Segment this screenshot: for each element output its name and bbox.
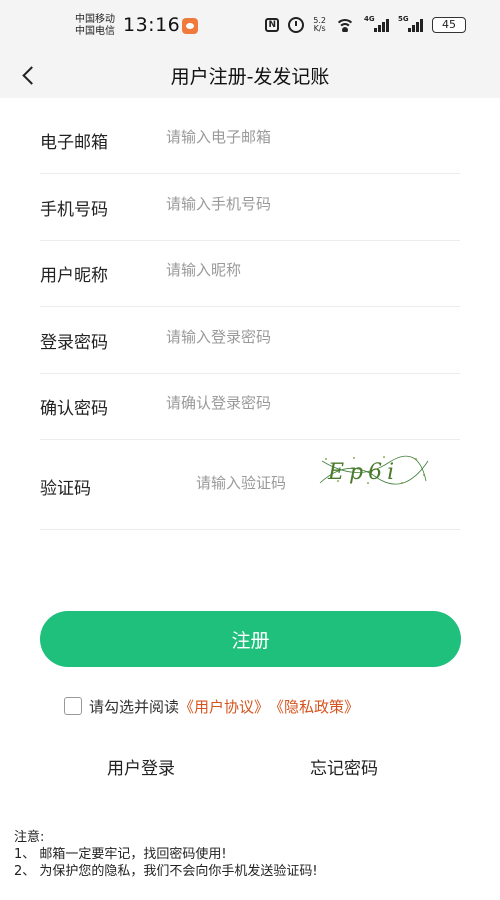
captcha-image[interactable]: Ep6i (318, 453, 430, 487)
register-button[interactable]: 注册 (40, 611, 461, 667)
phone-row: 手机号码 (40, 174, 460, 241)
network-speed: 5.2 K/s (313, 17, 326, 33)
speed-unit: K/s (313, 24, 326, 33)
agreement-text: 请勾选并阅读 (89, 697, 180, 716)
notes-line-1: 1、 邮箱一定要牢记，找回密码使用! (14, 847, 227, 862)
signal-4g-icon: 4G (364, 15, 389, 32)
password-row: 登录密码 (40, 307, 460, 374)
phone-label: 手机号码 (40, 200, 108, 220)
agreement-row: 请勾选并阅读 《用户协议》 《隐私政策》 (64, 694, 359, 718)
status-bar: 中国移动 中国电信 13:16 N 5.2 K/s 4G 5G 45 (0, 0, 500, 52)
nfc-icon: N (265, 18, 280, 32)
carrier-2: 中国电信 (75, 26, 115, 37)
password-label: 登录密码 (40, 333, 108, 353)
page-title: 用户注册-发发记账 (170, 66, 330, 88)
user-login-link[interactable]: 用户登录 (107, 754, 175, 779)
app-notification-icon (182, 18, 198, 34)
user-agreement-link[interactable]: 《用户协议》 (179, 696, 269, 717)
status-time: 13:16 (123, 14, 181, 36)
email-label: 电子邮箱 (40, 133, 108, 153)
status-icons: N 5.2 K/s 4G 5G 45 (265, 15, 466, 33)
captcha-text: Ep6i (327, 460, 399, 485)
forgot-password-link[interactable]: 忘记密码 (310, 754, 378, 779)
nickname-row: 用户昵称 (40, 241, 460, 307)
email-row: 电子邮箱 (40, 106, 460, 174)
notes-title: 注意: (14, 830, 45, 845)
wifi-icon (335, 18, 355, 32)
battery-icon: 45 (432, 17, 466, 33)
confirm-password-row: 确认密码 (40, 374, 460, 440)
captcha-row: 验证码 Ep6i (40, 440, 460, 530)
carrier-1: 中国移动 (75, 14, 115, 25)
captcha-label: 验证码 (40, 479, 91, 499)
network-type-1: 4G (364, 15, 375, 23)
network-type-2: 5G (398, 15, 409, 23)
confirm-password-input[interactable] (166, 394, 456, 412)
agreement-checkbox[interactable] (64, 697, 82, 715)
notes-line-2: 2、 为保护您的隐私，我们不会向你手机发送验证码! (14, 864, 318, 879)
carrier-info: 中国移动 中国电信 (75, 14, 115, 38)
nickname-input[interactable] (166, 261, 456, 279)
confirm-password-label: 确认密码 (40, 399, 108, 419)
password-input[interactable] (166, 328, 456, 346)
nickname-label: 用户昵称 (40, 266, 108, 286)
signal-5g-icon: 5G (398, 15, 423, 32)
alarm-icon (288, 17, 305, 33)
privacy-policy-link[interactable]: 《隐私政策》 (269, 696, 359, 717)
email-input[interactable] (166, 128, 456, 146)
notes: 注意: 1、 邮箱一定要牢记，找回密码使用! 2、 为保护您的隐私，我们不会向你… (14, 829, 318, 880)
header: 用户注册-发发记账 (0, 52, 500, 98)
phone-input[interactable] (166, 195, 456, 213)
captcha-input[interactable] (196, 474, 316, 492)
